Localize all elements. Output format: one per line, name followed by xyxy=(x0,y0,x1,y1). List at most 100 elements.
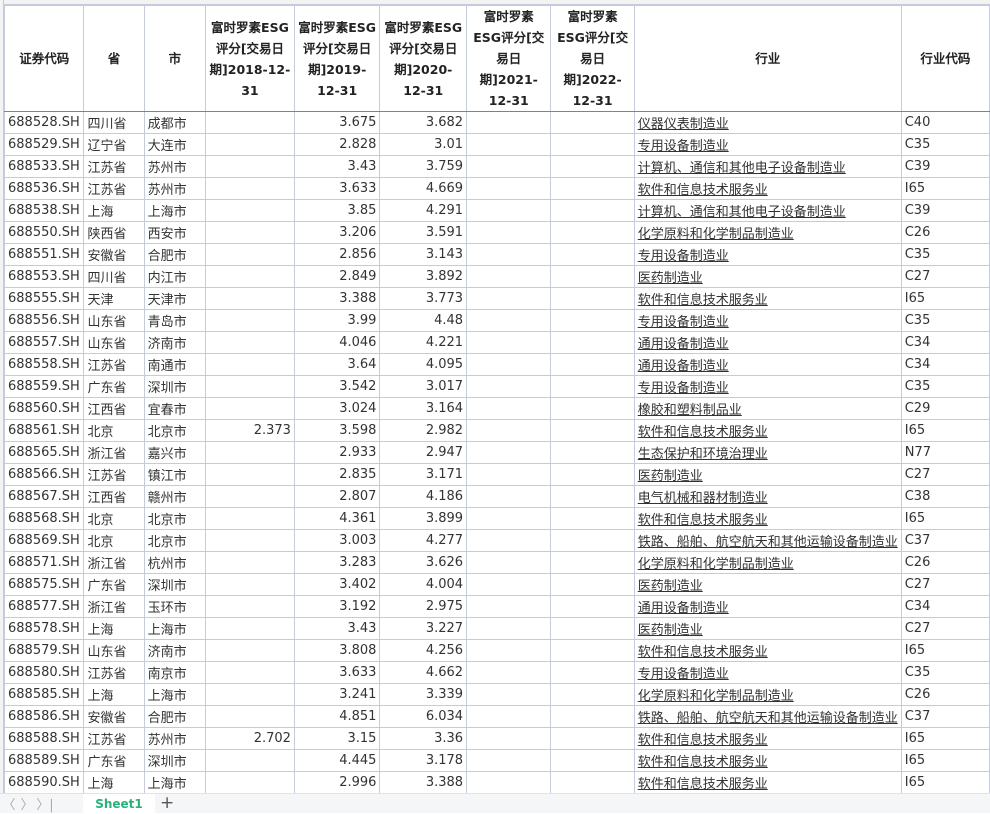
table-cell[interactable]: C34 xyxy=(900,353,990,376)
table-cell[interactable]: 南京市 xyxy=(143,661,206,684)
table-cell[interactable] xyxy=(466,199,552,222)
table-cell[interactable]: 西安市 xyxy=(143,221,206,244)
table-cell[interactable]: 江苏省 xyxy=(83,661,145,684)
table-cell[interactable]: 688533.SH xyxy=(3,155,85,178)
table-cell[interactable]: 北京市 xyxy=(143,529,206,552)
table-cell[interactable]: I65 xyxy=(900,507,990,530)
table-cell[interactable] xyxy=(466,353,552,376)
table-cell[interactable] xyxy=(466,265,552,288)
table-cell[interactable]: 北京 xyxy=(83,419,145,442)
table-cell[interactable] xyxy=(550,617,635,640)
column-header[interactable]: 富时罗素ESG评分[交易日期]2018-12-31 xyxy=(204,5,295,112)
add-sheet-icon[interactable]: + xyxy=(160,794,174,813)
table-cell[interactable]: 内江市 xyxy=(143,265,206,288)
table-cell[interactable] xyxy=(204,705,295,728)
table-cell[interactable]: I65 xyxy=(900,639,990,662)
table-cell[interactable]: 3.43 xyxy=(293,617,381,640)
table-cell[interactable]: 通用设备制造业 xyxy=(633,331,902,354)
table-cell[interactable]: 3.598 xyxy=(293,419,381,442)
table-cell[interactable]: 计算机、通信和其他电子设备制造业 xyxy=(633,199,902,222)
table-cell[interactable] xyxy=(550,749,635,772)
last-sheet-icon[interactable]: 〉| xyxy=(36,794,54,813)
table-cell[interactable]: 上海市 xyxy=(143,617,206,640)
table-cell[interactable] xyxy=(550,287,635,310)
table-cell[interactable]: 2.373 xyxy=(204,419,295,442)
table-cell[interactable]: C27 xyxy=(900,265,990,288)
table-cell[interactable]: 2.849 xyxy=(293,265,381,288)
table-cell[interactable]: 688558.SH xyxy=(3,353,85,376)
table-cell[interactable] xyxy=(466,441,552,464)
table-cell[interactable] xyxy=(204,133,295,156)
table-cell[interactable]: 医药制造业 xyxy=(633,573,902,596)
table-cell[interactable] xyxy=(204,331,295,354)
table-cell[interactable]: 北京 xyxy=(83,507,145,530)
table-cell[interactable] xyxy=(204,265,295,288)
table-cell[interactable]: 上海 xyxy=(83,683,145,706)
table-cell[interactable]: 江苏省 xyxy=(83,177,145,200)
table-cell[interactable]: 688566.SH xyxy=(3,463,85,486)
table-cell[interactable]: C34 xyxy=(900,331,990,354)
column-header[interactable]: 证券代码 xyxy=(3,5,85,112)
table-cell[interactable]: 医药制造业 xyxy=(633,265,902,288)
table-cell[interactable] xyxy=(466,617,552,640)
table-cell[interactable]: C26 xyxy=(900,683,990,706)
table-cell[interactable]: 软件和信息技术服务业 xyxy=(633,727,902,750)
table-cell[interactable] xyxy=(550,463,635,486)
table-cell[interactable] xyxy=(204,771,295,793)
table-cell[interactable]: 合肥市 xyxy=(143,243,206,266)
table-cell[interactable]: 上海 xyxy=(83,199,145,222)
table-cell[interactable] xyxy=(466,573,552,596)
table-cell[interactable]: 6.034 xyxy=(379,705,468,728)
table-cell[interactable]: 688556.SH xyxy=(3,309,85,332)
table-cell[interactable] xyxy=(550,199,635,222)
table-cell[interactable]: 专用设备制造业 xyxy=(633,133,902,156)
table-cell[interactable] xyxy=(204,749,295,772)
table-cell[interactable]: 软件和信息技术服务业 xyxy=(633,507,902,530)
table-cell[interactable]: 济南市 xyxy=(143,331,206,354)
table-cell[interactable] xyxy=(204,551,295,574)
column-header[interactable]: 富时罗素ESG评分[交易日期]2020-12-31 xyxy=(379,5,468,112)
table-cell[interactable] xyxy=(466,507,552,530)
table-cell[interactable]: 688580.SH xyxy=(3,661,85,684)
table-cell[interactable]: 安徽省 xyxy=(83,705,145,728)
table-cell[interactable] xyxy=(204,595,295,618)
table-cell[interactable]: 化学原料和化学制品制造业 xyxy=(633,221,902,244)
table-cell[interactable]: 4.221 xyxy=(379,331,468,354)
table-cell[interactable]: 赣州市 xyxy=(143,485,206,508)
table-cell[interactable]: 688579.SH xyxy=(3,639,85,662)
table-cell[interactable]: C34 xyxy=(900,595,990,618)
table-cell[interactable]: 上海市 xyxy=(143,199,206,222)
column-header[interactable]: 富时罗素ESG评分[交易日期]2022-12-31 xyxy=(550,5,635,112)
table-cell[interactable] xyxy=(204,111,295,134)
table-cell[interactable] xyxy=(466,551,552,574)
table-cell[interactable]: 软件和信息技术服务业 xyxy=(633,287,902,310)
table-cell[interactable]: 计算机、通信和其他电子设备制造业 xyxy=(633,155,902,178)
table-cell[interactable]: 宜春市 xyxy=(143,397,206,420)
table-cell[interactable] xyxy=(550,397,635,420)
table-cell[interactable]: 2.996 xyxy=(293,771,381,793)
table-cell[interactable] xyxy=(204,243,295,266)
table-cell[interactable]: 688561.SH xyxy=(3,419,85,442)
table-cell[interactable]: 通用设备制造业 xyxy=(633,595,902,618)
table-cell[interactable] xyxy=(466,177,552,200)
table-cell[interactable]: 嘉兴市 xyxy=(143,441,206,464)
table-cell[interactable]: 大连市 xyxy=(143,133,206,156)
table-cell[interactable] xyxy=(550,683,635,706)
table-cell[interactable]: 4.662 xyxy=(379,661,468,684)
table-cell[interactable]: 软件和信息技术服务业 xyxy=(633,177,902,200)
table-cell[interactable]: 3.591 xyxy=(379,221,468,244)
table-cell[interactable]: 3.339 xyxy=(379,683,468,706)
table-cell[interactable] xyxy=(466,683,552,706)
table-cell[interactable] xyxy=(204,199,295,222)
table-cell[interactable]: C38 xyxy=(900,485,990,508)
table-cell[interactable]: 陕西省 xyxy=(83,221,145,244)
table-cell[interactable]: 医药制造业 xyxy=(633,463,902,486)
table-cell[interactable]: 688571.SH xyxy=(3,551,85,574)
table-cell[interactable]: 3.675 xyxy=(293,111,381,134)
table-cell[interactable]: 铁路、船舶、航空航天和其他运输设备制造业 xyxy=(633,529,902,552)
table-cell[interactable]: 成都市 xyxy=(143,111,206,134)
table-cell[interactable]: 软件和信息技术服务业 xyxy=(633,639,902,662)
table-cell[interactable] xyxy=(550,155,635,178)
table-cell[interactable]: 苏州市 xyxy=(143,155,206,178)
table-cell[interactable]: 2.807 xyxy=(293,485,381,508)
